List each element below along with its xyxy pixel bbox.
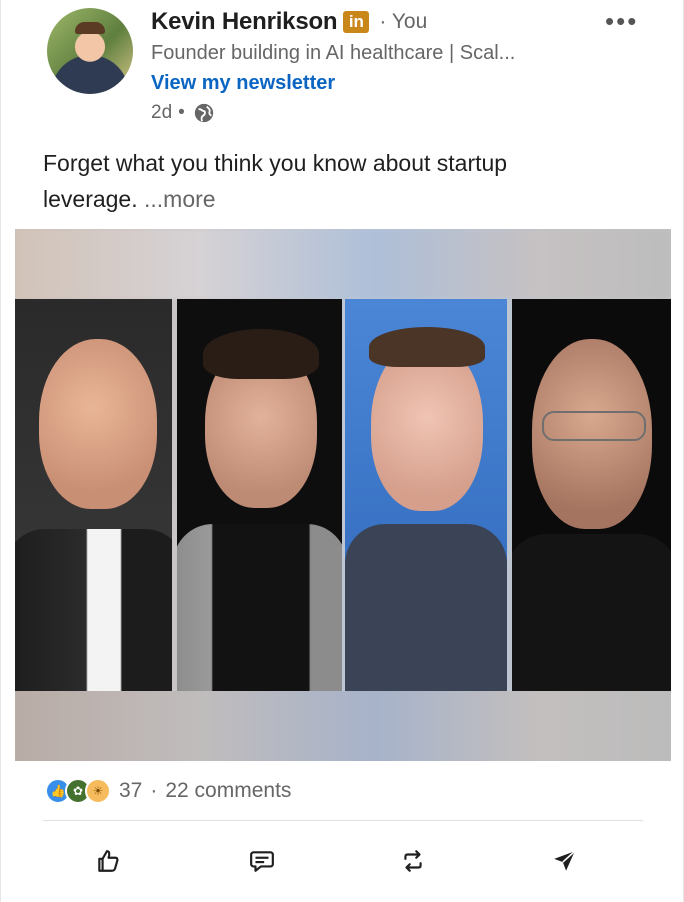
comment-button[interactable] (247, 846, 277, 876)
portrait-panel-1 (15, 299, 172, 692)
comment-icon (250, 851, 274, 872)
thumbs-up-icon (98, 850, 119, 872)
portrait-panel-2 (177, 299, 342, 692)
portrait-4-glasses (542, 411, 646, 441)
comments-count[interactable]: 22 comments (165, 779, 291, 803)
overflow-menu-icon[interactable]: ••• (605, 6, 638, 37)
author-relation: · You (379, 10, 428, 33)
author-name[interactable]: Kevin Henrikson (151, 8, 338, 36)
insightful-icon: ☀ (85, 778, 111, 804)
author-avatar[interactable] (47, 8, 133, 94)
post-image[interactable] (15, 229, 671, 761)
globe-icon (194, 103, 213, 123)
post-meta: 2d • (151, 102, 215, 124)
send-icon (554, 850, 576, 871)
avatar-hair (75, 22, 105, 34)
like-button[interactable] (93, 846, 123, 876)
stats-separator: · (150, 779, 158, 802)
portrait-3-torso (345, 524, 507, 692)
meta-separator: • (178, 102, 185, 123)
post-body: Forget what you think you know about sta… (43, 150, 508, 212)
repost-icon (404, 850, 422, 872)
portrait-3-hair (369, 327, 485, 367)
portrait-2-torso (177, 524, 342, 692)
post-time: 2d (151, 102, 173, 123)
relation-label: You (391, 10, 428, 33)
portrait-panel-4 (512, 299, 671, 692)
portrait-1-torso (15, 529, 172, 692)
author-headline: Founder building in AI healthcare | Scal… (151, 42, 516, 64)
post-card: Kevin Henrikson in · You Founder buildin… (0, 0, 684, 902)
portrait-2-hair (203, 329, 319, 379)
reactions-summary[interactable]: 👍 ✿ ☀ 37 · 22 comments (45, 778, 291, 804)
reaction-count[interactable]: 37 (119, 779, 142, 803)
portrait-4-torso (512, 534, 671, 692)
image-blur-top (15, 229, 671, 299)
author-name-row: Kevin Henrikson in · You (151, 8, 427, 36)
view-newsletter-link[interactable]: View my newsletter (151, 72, 335, 95)
image-blur-bottom (15, 691, 671, 761)
portrait-panel-3 (345, 299, 507, 692)
linkedin-badge-icon: in (343, 11, 370, 33)
actions-divider (43, 820, 643, 821)
send-button[interactable] (550, 846, 580, 876)
see-more-link[interactable]: ...more (144, 186, 216, 212)
post-text: Forget what you think you know about sta… (43, 145, 603, 217)
portrait-1-face (39, 339, 157, 509)
repost-button[interactable] (398, 846, 428, 876)
